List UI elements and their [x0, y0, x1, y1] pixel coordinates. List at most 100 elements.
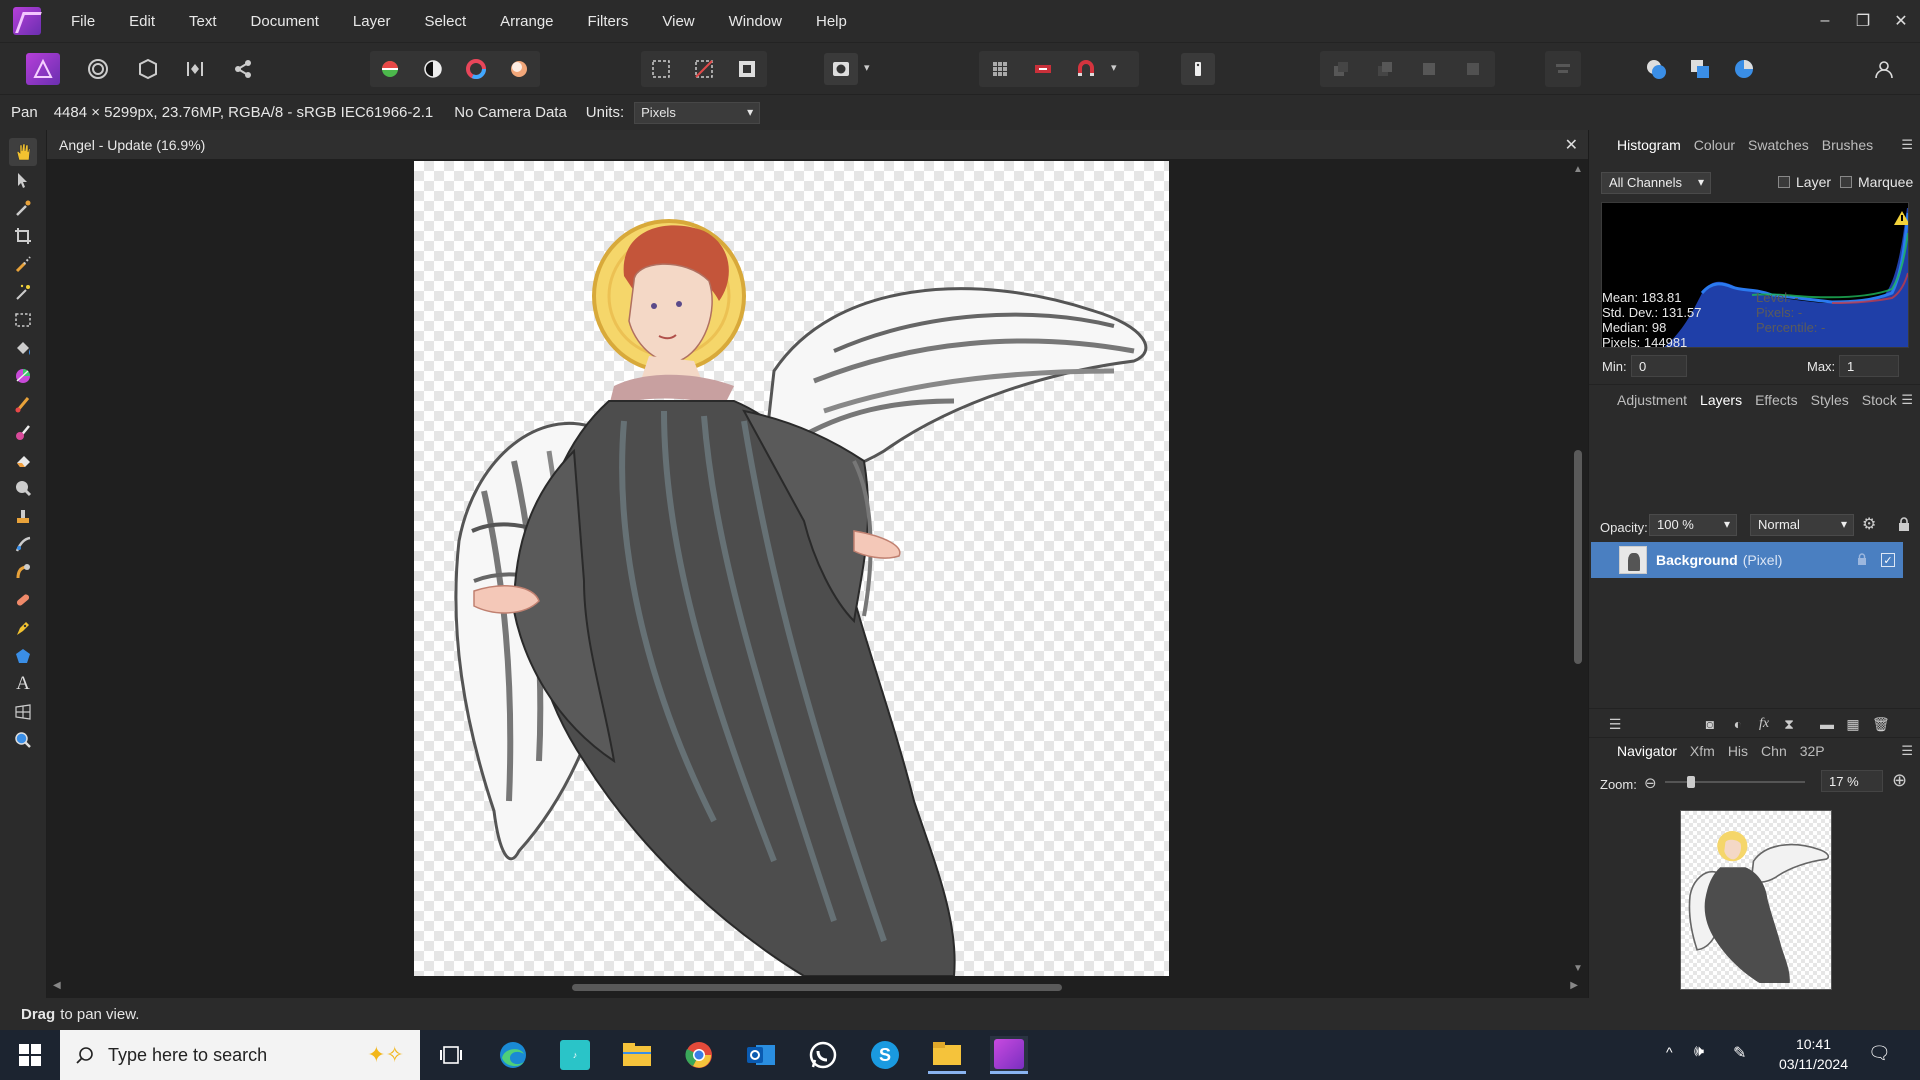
layer-lock-icon[interactable]: [1857, 553, 1867, 566]
tab-layers[interactable]: Layers: [1700, 392, 1742, 408]
fx-icon[interactable]: fx: [1756, 716, 1772, 732]
tab-effects[interactable]: Effects: [1755, 392, 1798, 408]
mesh-warp-tool-icon[interactable]: [9, 698, 37, 726]
tab-channels[interactable]: Chn: [1761, 743, 1787, 759]
menu-document[interactable]: Document: [251, 13, 319, 30]
minimize-button[interactable]: –: [1806, 12, 1844, 30]
outlook-icon[interactable]: [742, 1036, 780, 1074]
whatsapp-icon[interactable]: [804, 1036, 842, 1074]
tab-32p[interactable]: 32P: [1800, 743, 1825, 759]
pen-tool-icon[interactable]: [9, 614, 37, 642]
taskbar-clock[interactable]: 10:41 03/11/2024: [1779, 1034, 1848, 1074]
text-tool-icon[interactable]: A: [9, 670, 37, 698]
colour-replacement-brush-icon[interactable]: [9, 418, 37, 446]
add-group-folder-icon[interactable]: ▬: [1819, 716, 1835, 732]
hint-info-icon[interactable]: [1181, 53, 1215, 85]
quick-mask-icon[interactable]: [824, 53, 858, 85]
move-forward-one-icon[interactable]: [1412, 53, 1446, 85]
auto-contrast-icon[interactable]: [416, 53, 450, 85]
paint-brush-tool-icon[interactable]: [9, 390, 37, 418]
assistant-icon[interactable]: [1026, 53, 1060, 85]
tab-navigator[interactable]: Navigator: [1617, 743, 1677, 759]
develop-persona-icon[interactable]: [131, 53, 165, 85]
vertical-scroll-thumb[interactable]: [1574, 450, 1582, 664]
tab-adjustment[interactable]: Adjustment: [1617, 392, 1687, 408]
task-view-icon[interactable]: [432, 1036, 470, 1074]
menu-view[interactable]: View: [662, 13, 694, 30]
scroll-down-icon[interactable]: ▼: [1573, 963, 1583, 974]
live-filter-icon[interactable]: ⧗: [1781, 716, 1797, 732]
opacity-select[interactable]: 100 %: [1649, 514, 1737, 536]
restore-button[interactable]: ❐: [1844, 11, 1882, 31]
move-tool-icon[interactable]: [9, 166, 37, 194]
boolean-add-icon[interactable]: [1639, 53, 1673, 85]
file-explorer-open-icon[interactable]: [928, 1036, 966, 1074]
flood-fill-tool-icon[interactable]: [9, 334, 37, 362]
adjustment-layer-icon[interactable]: ◐: [1730, 716, 1746, 732]
invert-selection-icon[interactable]: [730, 53, 764, 85]
account-icon[interactable]: [1867, 53, 1901, 85]
shape-tool-icon[interactable]: [9, 642, 37, 670]
menu-arrange[interactable]: Arrange: [500, 13, 553, 30]
menu-window[interactable]: Window: [729, 13, 782, 30]
auto-colour-icon[interactable]: [459, 53, 493, 85]
close-document-icon[interactable]: ✕: [1565, 135, 1578, 155]
boolean-intersect-icon[interactable]: [1727, 53, 1761, 85]
windows-start-icon[interactable]: [0, 1030, 60, 1080]
flood-select-tool-icon[interactable]: [9, 278, 37, 306]
layers-stack-icon[interactable]: ☰: [1607, 716, 1623, 732]
clone-brush-tool-icon[interactable]: [9, 502, 37, 530]
healing-brush-tool-icon[interactable]: [9, 586, 37, 614]
amazon-music-icon[interactable]: ♪: [556, 1036, 594, 1074]
scroll-up-icon[interactable]: ▲: [1573, 164, 1583, 175]
layer-row-background[interactable]: Background (Pixel) ✓: [1591, 542, 1903, 578]
tab-colour[interactable]: Colour: [1694, 137, 1735, 153]
tone-mapping-persona-icon[interactable]: [178, 53, 212, 85]
liquify-persona-icon[interactable]: [81, 53, 115, 85]
layer-visibility-checkbox[interactable]: ✓: [1881, 553, 1895, 567]
edge-browser-icon[interactable]: [494, 1036, 532, 1074]
marquee-checkbox[interactable]: [1840, 176, 1852, 188]
zoom-slider-handle[interactable]: [1687, 776, 1696, 788]
pen-menu-icon[interactable]: ✎: [1733, 1043, 1746, 1063]
move-to-back-icon[interactable]: [1324, 53, 1358, 85]
export-persona-icon[interactable]: [226, 53, 260, 85]
affinity-photo-taskbar-icon[interactable]: [990, 1036, 1028, 1074]
show-hidden-icons-chevron-icon[interactable]: ^: [1666, 1044, 1673, 1060]
menu-edit[interactable]: Edit: [129, 13, 155, 30]
tab-transform[interactable]: Xfm: [1690, 743, 1715, 759]
menu-select[interactable]: Select: [424, 13, 466, 30]
photo-persona-icon[interactable]: [26, 53, 60, 85]
tab-brushes[interactable]: Brushes: [1822, 137, 1873, 153]
lock-icon[interactable]: [1898, 517, 1910, 531]
zoom-field[interactable]: 17 %: [1821, 770, 1883, 792]
zoom-slider-track[interactable]: [1665, 776, 1805, 788]
levels-icon[interactable]: [373, 53, 407, 85]
scroll-right-icon[interactable]: ▶: [1570, 980, 1578, 991]
select-all-icon[interactable]: [644, 53, 678, 85]
min-field[interactable]: 0: [1631, 355, 1687, 377]
menu-filters[interactable]: Filters: [588, 13, 629, 30]
panel-menu-icon[interactable]: ☰: [1901, 137, 1913, 153]
canvas-area[interactable]: [47, 160, 1567, 976]
tab-history[interactable]: His: [1728, 743, 1748, 759]
navigator-panel-menu-icon[interactable]: ☰: [1901, 743, 1913, 759]
document-canvas[interactable]: [414, 161, 1169, 976]
gradient-tool-icon[interactable]: [9, 362, 37, 390]
move-to-front-icon[interactable]: [1456, 53, 1490, 85]
erase-brush-tool-icon[interactable]: [9, 446, 37, 474]
document-tab[interactable]: Angel - Update (16.9%) ✕: [47, 130, 1588, 160]
menu-file[interactable]: File: [71, 13, 95, 30]
burn-brush-tool-icon[interactable]: [9, 558, 37, 586]
layer-settings-gear-icon[interactable]: ⚙: [1862, 514, 1876, 534]
tab-histogram[interactable]: Histogram: [1617, 137, 1681, 153]
layer-checkbox[interactable]: [1778, 176, 1790, 188]
dodge-brush-tool-icon[interactable]: [9, 474, 37, 502]
colour-picker-tool-icon[interactable]: [9, 194, 37, 222]
menu-layer[interactable]: Layer: [353, 13, 391, 30]
align-icon[interactable]: [1546, 53, 1580, 85]
crop-tool-icon[interactable]: [9, 222, 37, 250]
volume-icon[interactable]: 🕪: [1694, 1043, 1704, 1061]
units-select[interactable]: Pixels: [634, 101, 761, 124]
move-back-one-icon[interactable]: [1368, 53, 1402, 85]
